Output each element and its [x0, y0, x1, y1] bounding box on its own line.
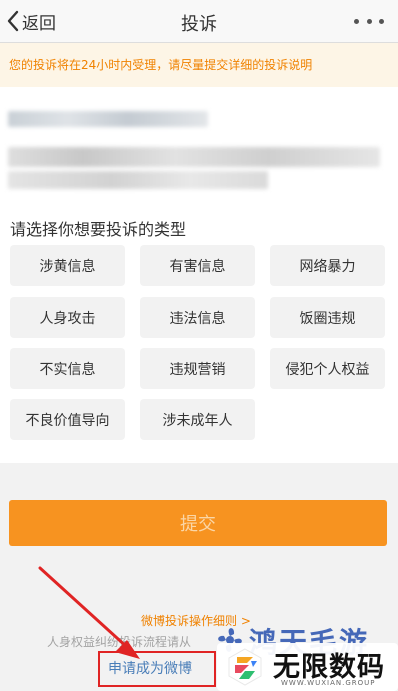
watermark: 鸿天毛游 无限数码 WWW.WUXIAN.GROUP: [205, 621, 398, 691]
blurred-post-content: [8, 171, 268, 189]
more-dot: [379, 18, 384, 24]
content-card: 请选择你想要投诉的类型 涉黄信息 有害信息 网络暴力 人身攻击 违法信息 饭圈违…: [0, 87, 398, 463]
category-minors[interactable]: 涉未成年人: [140, 399, 255, 440]
more-dot: [354, 18, 359, 24]
more-icon[interactable]: [354, 13, 384, 29]
section-title: 请选择你想要投诉的类型: [10, 220, 187, 239]
watermark-subtitle: WWW.WUXIAN.GROUP: [281, 679, 376, 687]
category-bad-values[interactable]: 不良价值导向: [10, 399, 125, 440]
category-porn[interactable]: 涉黄信息: [10, 245, 125, 286]
blurred-user-info: [8, 111, 208, 127]
category-fandom-violation[interactable]: 饭圈违规: [270, 297, 385, 338]
rights-dispute-hint: 人身权益纠纷投诉流程请从: [47, 635, 192, 649]
category-illegal-marketing[interactable]: 违规营销: [140, 348, 255, 389]
category-illegal[interactable]: 违法信息: [140, 297, 255, 338]
category-cyberbullying[interactable]: 网络暴力: [270, 245, 385, 286]
watermark-panel: 无限数码 WWW.WUXIAN.GROUP: [217, 643, 398, 691]
nav-bar: 返回 投诉: [0, 0, 398, 43]
blurred-post-content: [8, 147, 380, 167]
category-rights-infringement[interactable]: 侵犯个人权益: [270, 348, 385, 389]
category-harmful[interactable]: 有害信息: [140, 245, 255, 286]
submit-button[interactable]: 提交: [9, 500, 387, 546]
logo-icon: [228, 648, 262, 686]
page-title: 投诉: [181, 14, 217, 35]
notice-banner: 您的投诉将在24小时内受理，请尽量提交详细的投诉说明: [0, 43, 398, 87]
apply-link[interactable]: 申请成为微博: [108, 658, 192, 678]
more-dot: [366, 18, 372, 24]
category-personal-attack[interactable]: 人身攻击: [10, 297, 125, 338]
category-false-info[interactable]: 不实信息: [10, 348, 125, 389]
